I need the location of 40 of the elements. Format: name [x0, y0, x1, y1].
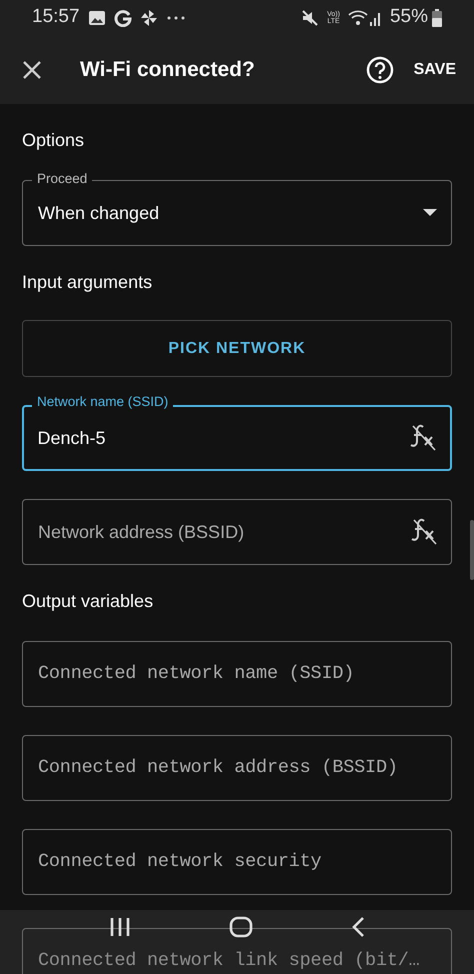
- wifi-signal-icon: [348, 8, 382, 26]
- battery-icon: [432, 8, 442, 26]
- pick-network-button[interactable]: PICK NETWORK: [22, 320, 452, 377]
- mute-icon: [301, 8, 320, 26]
- image-icon: [88, 10, 106, 26]
- formula-toggle-button[interactable]: [411, 517, 437, 547]
- text-field[interactable]: Connected network address (BSSID): [22, 735, 452, 801]
- text-field[interactable]: Network address (BSSID): [22, 499, 452, 565]
- pinwheel-icon: [140, 8, 158, 26]
- save-button[interactable]: SAVE: [410, 52, 460, 88]
- back-icon[interactable]: [351, 916, 365, 938]
- help-button[interactable]: [366, 56, 394, 84]
- section-heading: Options: [22, 129, 86, 152]
- input-field[interactable]: Connected network link speed (bit/…: [38, 947, 437, 974]
- field-label: Network name (SSID): [32, 394, 174, 410]
- recent-apps-icon[interactable]: [109, 916, 131, 938]
- text-field[interactable]: Connected network link speed (bit/…: [22, 928, 452, 974]
- input-field[interactable]: Connected network security: [38, 848, 437, 876]
- text-field[interactable]: Connected network name (SSID): [22, 641, 452, 707]
- clock: 15:57: [32, 5, 80, 30]
- battery-percentage: 55%: [390, 5, 428, 30]
- screen-title: Wi-Fi connected?: [80, 56, 255, 83]
- formula-toggle-button[interactable]: [410, 423, 436, 453]
- close-button[interactable]: [22, 60, 42, 80]
- crossed-function-icon: [410, 423, 436, 453]
- section-heading: Input arguments: [22, 271, 154, 294]
- help-icon: [366, 56, 394, 84]
- input-field[interactable]: Connected network name (SSID): [38, 660, 437, 688]
- more-icon: [166, 14, 186, 20]
- text-field[interactable]: Connected network security: [22, 829, 452, 895]
- home-icon[interactable]: [229, 916, 253, 938]
- section-heading: Output variables: [22, 590, 154, 613]
- caret-icon: [423, 209, 437, 217]
- input-field[interactable]: Connected network address (BSSID): [38, 754, 437, 782]
- input-field[interactable]: Dench-5: [38, 424, 410, 452]
- input-field[interactable]: Network address (BSSID): [38, 518, 411, 546]
- scrollbar: [470, 520, 474, 580]
- crossed-function-icon: [411, 517, 437, 547]
- dropdown-value: When changed: [38, 202, 160, 225]
- close-icon: [22, 60, 42, 80]
